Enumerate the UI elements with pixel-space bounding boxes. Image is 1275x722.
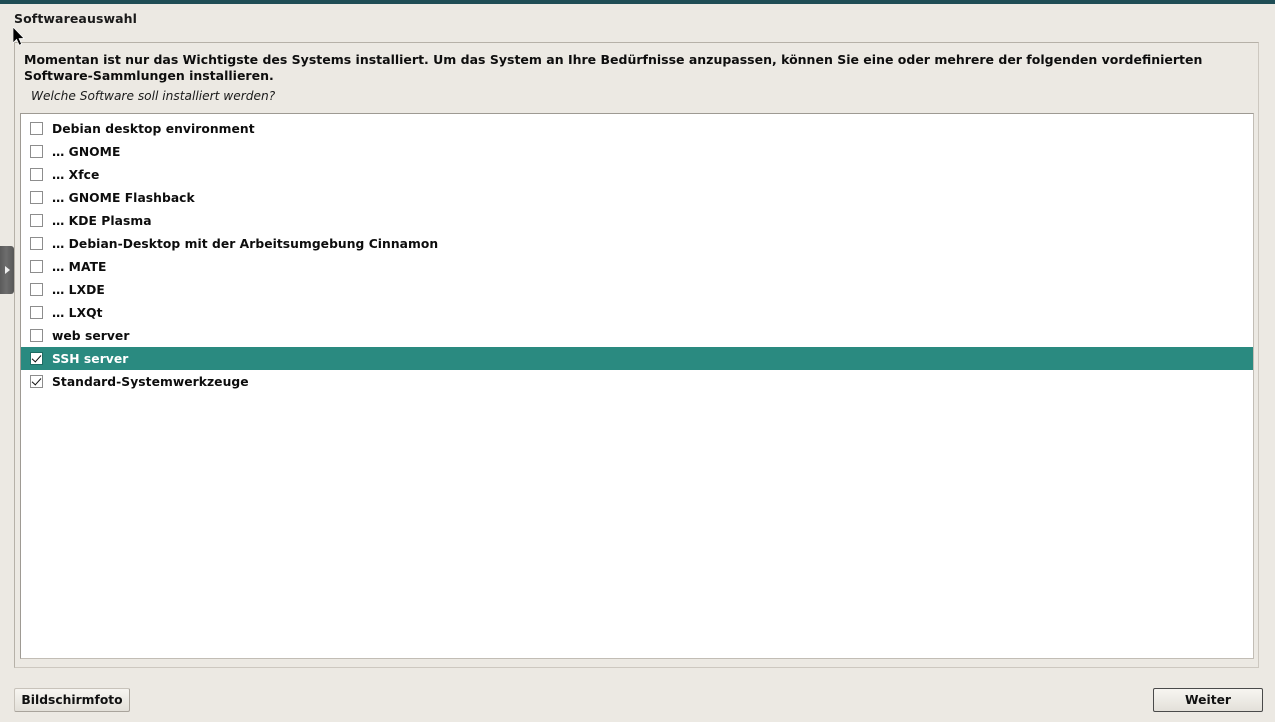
description-main-text: Momentan ist nur das Wichtigste des Syst… [24,52,1203,83]
list-item[interactable]: … MATE [21,255,1253,278]
description-block: Momentan ist nur das Wichtigste des Syst… [24,52,1250,103]
description-question-text: Welche Software soll installiert werden? [31,89,276,103]
continue-button[interactable]: Weiter [1153,688,1263,712]
checkbox-unchecked-icon[interactable] [30,283,43,296]
sidebar-expand-handle[interactable] [0,246,14,294]
list-item-label: web server [52,328,130,343]
list-item-label: … GNOME Flashback [52,190,195,205]
list-item-label: … Xfce [52,167,100,182]
list-item[interactable]: … Debian-Desktop mit der Arbeitsumgebung… [21,232,1253,255]
checkbox-unchecked-icon[interactable] [30,168,43,181]
list-item[interactable]: … Xfce [21,163,1253,186]
list-item[interactable]: … GNOME Flashback [21,186,1253,209]
list-item[interactable]: SSH server [21,347,1253,370]
software-selection-list[interactable]: Debian desktop environment … GNOME … Xfce …… [20,113,1254,659]
list-item[interactable]: Debian desktop environment [21,117,1253,140]
checkbox-unchecked-icon[interactable] [30,329,43,342]
list-item-label: … GNOME [52,144,121,159]
list-item[interactable]: … KDE Plasma [21,209,1253,232]
list-item[interactable]: … GNOME [21,140,1253,163]
checkbox-unchecked-icon[interactable] [30,237,43,250]
list-item-label: … Debian-Desktop mit der Arbeitsumgebung… [52,236,439,251]
list-item[interactable]: web server [21,324,1253,347]
top-accent-strip [0,0,1275,4]
list-item-label: … LXQt [52,305,103,320]
checkbox-unchecked-icon[interactable] [30,122,43,135]
list-item-label: … MATE [52,259,107,274]
checkbox-unchecked-icon[interactable] [30,191,43,204]
chevron-right-icon [5,266,10,274]
checkbox-unchecked-icon[interactable] [30,306,43,319]
content-frame: Momentan ist nur das Wichtigste des Syst… [14,42,1259,668]
list-item-label: … LXDE [52,282,105,297]
list-item-label: Debian desktop environment [52,121,255,136]
checkbox-unchecked-icon[interactable] [30,260,43,273]
screenshot-button[interactable]: Bildschirmfoto [14,688,130,712]
list-item-label: SSH server [52,351,129,366]
checkbox-checked-icon[interactable] [30,352,43,365]
list-item-label: Standard-Systemwerkzeuge [52,374,249,389]
page-title: Softwareauswahl [14,11,138,26]
list-item[interactable]: … LXDE [21,278,1253,301]
checkbox-unchecked-icon[interactable] [30,214,43,227]
list-item-label: … KDE Plasma [52,213,152,228]
list-item[interactable]: … LXQt [21,301,1253,324]
software-list-rows: Debian desktop environment … GNOME … Xfce …… [21,117,1253,393]
checkbox-checked-icon[interactable] [30,375,43,388]
list-item[interactable]: Standard-Systemwerkzeuge [21,370,1253,393]
checkbox-unchecked-icon[interactable] [30,145,43,158]
